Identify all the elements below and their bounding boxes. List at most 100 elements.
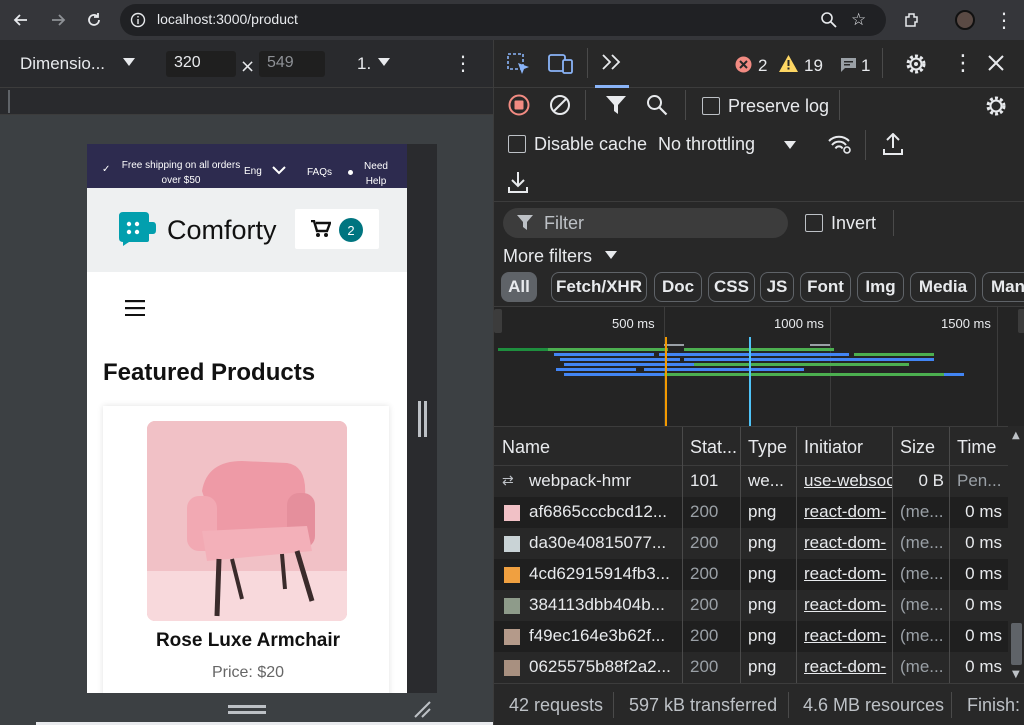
row-name[interactable]: 0625575b88f2a2... [529,657,679,677]
product-card[interactable]: Rose Luxe Armchair Price: $20 [103,406,389,693]
more-filters-dropdown-icon[interactable] [605,251,617,259]
dimensions-select[interactable]: Dimensio... [20,54,105,74]
col-time[interactable]: Time [957,437,996,458]
row-name[interactable]: af6865cccbcd12... [529,502,679,522]
url-text[interactable]: localhost:3000/product [157,11,298,27]
row-initiator[interactable]: react-dom- [804,564,892,584]
devtools-menu-icon[interactable]: ⋮ [952,51,974,76]
chip-fetch-xhr[interactable]: Fetch/XHR [551,272,647,302]
device-resize-edge[interactable] [407,144,437,693]
col-type[interactable]: Type [748,437,787,458]
chip-js[interactable]: JS [760,272,794,302]
throttling-select[interactable]: No throttling [658,134,755,155]
row-initiator[interactable]: react-dom- [804,502,892,522]
col-size[interactable]: Size [900,437,935,458]
device-height-input[interactable]: 549 [259,51,325,77]
product-name[interactable]: Rose Luxe Armchair [103,630,393,652]
row-initiator[interactable]: use-websoc [804,471,892,491]
error-count[interactable]: 2 [758,56,767,76]
import-har-icon[interactable] [883,133,903,155]
table-row[interactable]: 0625575b88f2a2... 200 png react-dom- (me… [494,652,1008,683]
disable-cache-label[interactable]: Disable cache [534,134,647,155]
preserve-log-checkbox[interactable] [702,97,720,115]
invert-checkbox[interactable] [805,214,823,232]
filter-funnel-icon[interactable] [606,96,626,114]
table-scrollbar[interactable]: ▲ ▼ [1008,426,1024,683]
export-har-icon[interactable] [508,171,528,193]
dimensions-dropdown-icon[interactable] [123,58,135,66]
chevron-down-icon[interactable] [272,165,286,175]
address-bar[interactable]: localhost:3000/product ☆ [120,4,886,36]
table-row[interactable]: 4cd62915914fb3... 200 png react-dom- (me… [494,559,1008,590]
chip-doc[interactable]: Doc [654,272,702,302]
hamburger-menu-icon[interactable] [125,300,145,316]
product-image[interactable] [147,421,347,621]
col-status[interactable]: Stat... [690,437,737,458]
resize-handle-bar[interactable] [424,401,427,437]
row-name[interactable]: 384113dbb404b... [529,595,679,615]
zoom-dropdown-icon[interactable] [378,58,390,66]
record-stop-icon[interactable] [508,94,530,116]
table-row[interactable]: f49ec164e3b62f... 200 png react-dom- (me… [494,621,1008,652]
warning-icon[interactable] [779,55,798,72]
zoom-select[interactable]: 1. [357,54,371,74]
device-toggle-icon[interactable] [548,53,574,75]
device-width-input[interactable]: 320 [166,51,236,77]
row-name[interactable]: webpack-hmr [529,471,679,491]
scroll-up-icon[interactable]: ▲ [1012,430,1020,441]
profile-avatar[interactable] [955,10,975,30]
row-initiator[interactable]: react-dom- [804,595,892,615]
language-select[interactable]: Eng [244,166,262,177]
table-row[interactable]: ⇄ webpack-hmr 101 we... use-websoc 0 B P… [494,466,1008,497]
chip-media[interactable]: Media [910,272,976,302]
more-tabs-icon[interactable] [601,54,623,70]
device-options-icon[interactable]: ⋮ [453,51,473,75]
throttling-dropdown-icon[interactable] [784,141,796,149]
brand-logo-icon[interactable] [115,212,157,246]
row-name[interactable]: 4cd62915914fb3... [529,564,679,584]
bottom-resize-handle[interactable] [228,705,266,708]
zoom-icon[interactable] [820,11,838,29]
faqs-link[interactable]: FAQs [307,167,332,178]
chip-css[interactable]: CSS [708,272,755,302]
clear-icon[interactable] [549,94,571,116]
cart-button[interactable]: 2 [295,209,379,249]
disable-cache-checkbox[interactable] [508,135,526,153]
col-name[interactable]: Name [502,437,550,458]
more-filters-button[interactable]: More filters [503,246,592,267]
network-overview[interactable]: 500 ms 1000 ms 1500 ms [494,306,1024,427]
chip-font[interactable]: Font [800,272,851,302]
corner-resize-icon[interactable] [413,700,431,718]
message-icon[interactable] [840,57,857,73]
inspect-element-icon[interactable] [507,53,531,75]
close-devtools-icon[interactable] [987,54,1005,72]
warning-count[interactable]: 19 [804,56,823,76]
invert-label[interactable]: Invert [831,213,876,234]
site-info-icon[interactable] [130,12,146,28]
scrollbar-thumb[interactable] [1011,623,1022,665]
forward-icon[interactable] [46,8,70,32]
table-row[interactable]: 384113dbb404b... 200 png react-dom- (me.… [494,590,1008,621]
scroll-down-icon[interactable]: ▼ [1012,669,1020,680]
resize-handle-bar[interactable] [418,401,421,437]
chip-all[interactable]: All [501,272,537,302]
filter-input[interactable]: Filter [503,208,788,238]
settings-gear-icon[interactable] [904,52,928,76]
chip-img[interactable]: Img [857,272,904,302]
row-name[interactable]: da30e40815077... [529,533,679,553]
chip-manifest[interactable]: Man [982,272,1024,302]
bottom-resize-handle[interactable] [228,711,266,714]
browser-menu-icon[interactable]: ⋮ [992,8,1016,32]
row-initiator[interactable]: react-dom- [804,626,892,646]
error-icon[interactable] [735,56,752,73]
table-row[interactable]: da30e40815077... 200 png react-dom- (me.… [494,528,1008,559]
row-name[interactable]: f49ec164e3b62f... [529,626,679,646]
preserve-log-label[interactable]: Preserve log [728,96,829,117]
row-initiator[interactable]: react-dom- [804,657,892,677]
need-help-link[interactable]: Need Help [359,159,393,189]
row-initiator[interactable]: react-dom- [804,533,892,553]
network-conditions-icon[interactable] [827,133,853,155]
reload-icon[interactable] [82,8,106,32]
search-icon[interactable] [646,94,668,116]
back-icon[interactable] [9,8,33,32]
